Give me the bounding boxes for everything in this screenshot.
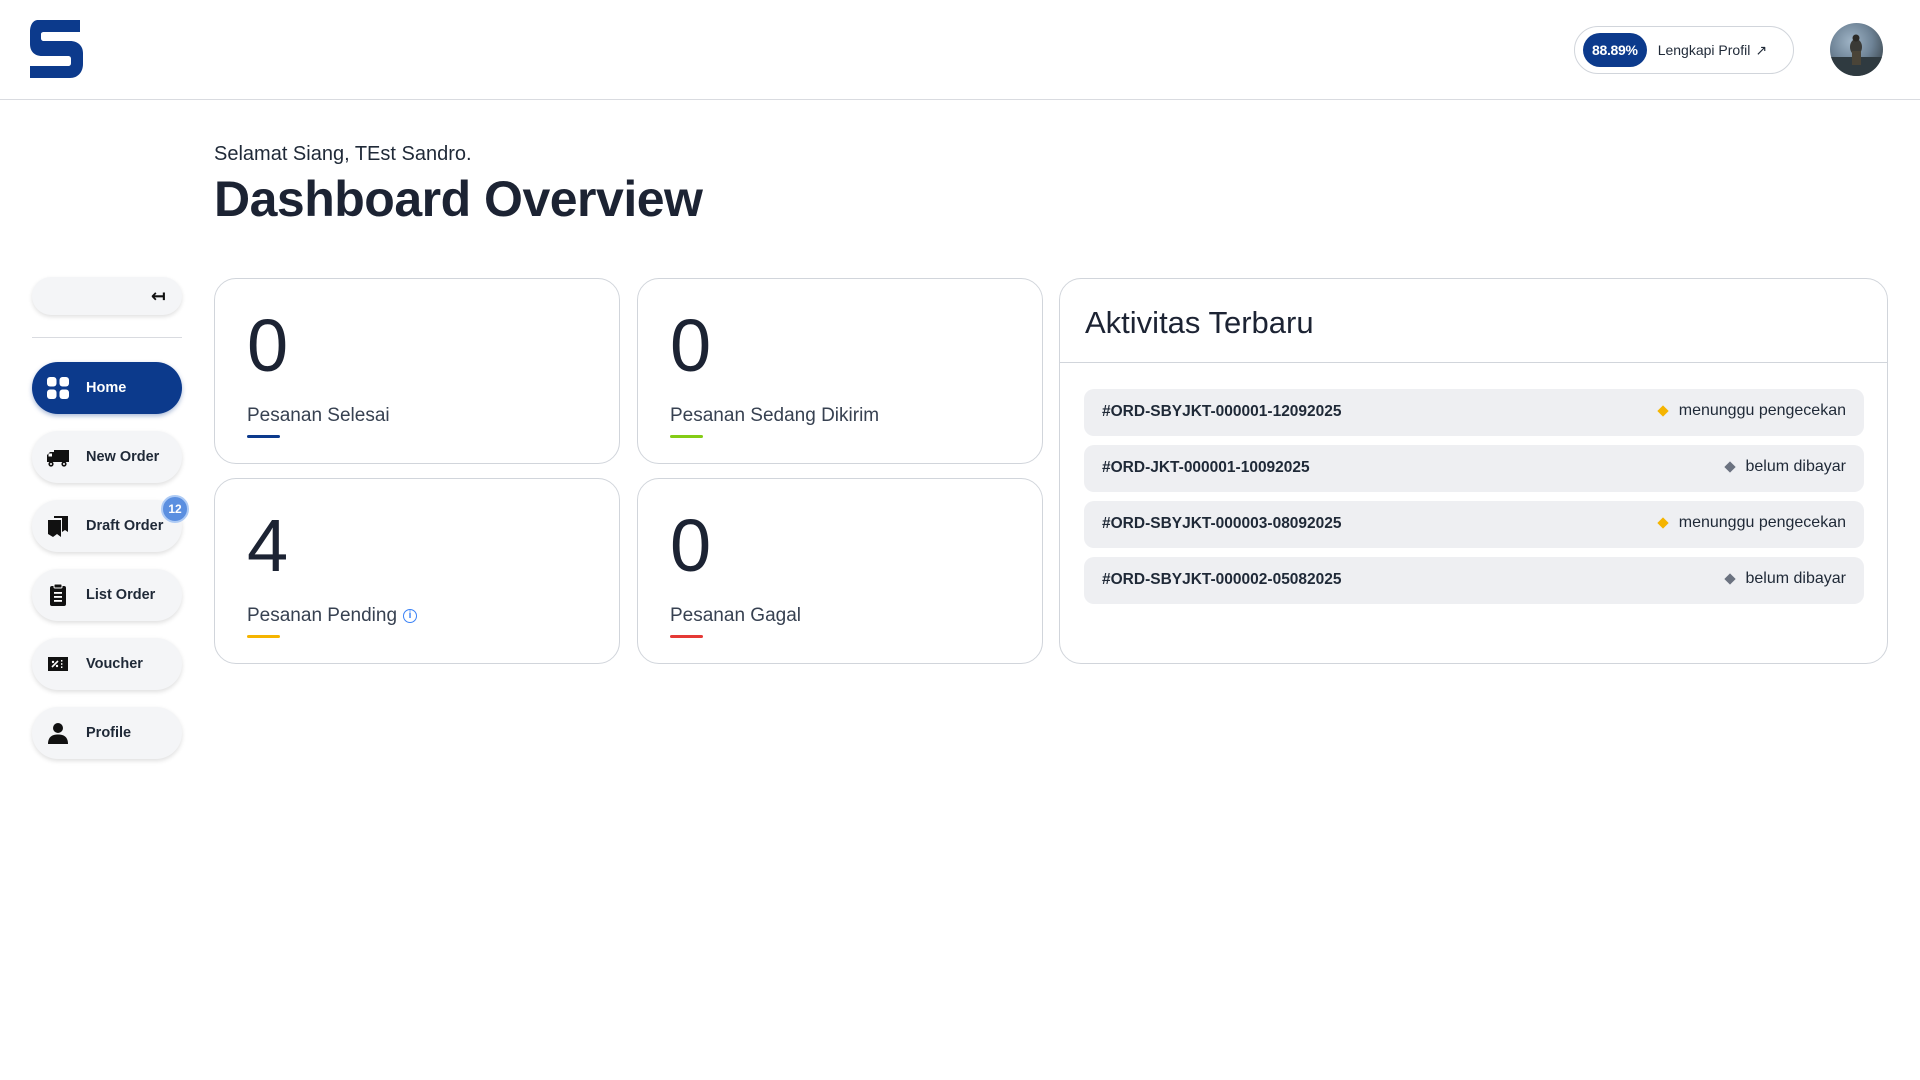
collapse-left-icon: ↤ [150,286,166,306]
stat-card-completed: 0 Pesanan Selesai [214,278,620,464]
stat-card-pending: 4 Pesanan Pending i [214,478,620,664]
ticket-icon [46,652,70,676]
sidebar-item-label: New Order [86,449,160,465]
stat-accent-bar [670,635,703,638]
sidebar-item-voucher[interactable]: Voucher [32,638,182,690]
draft-count-badge: 12 [161,495,189,523]
status-diamond-icon [1657,517,1669,529]
status-diamond-icon [1657,405,1669,417]
stat-label: Pesanan Selesai [247,405,390,426]
activity-row[interactable]: #ORD-SBYJKT-000002-05082025 belum dibaya… [1084,557,1864,604]
stat-accent-bar [247,635,280,638]
sidebar-item-home[interactable]: Home [32,362,182,414]
order-status: belum dibayar [1723,458,1847,476]
activity-row[interactable]: #ORD-SBYJKT-000001-12092025 menunggu pen… [1084,389,1864,436]
activity-row[interactable]: #ORD-SBYJKT-000003-08092025 menunggu pen… [1084,501,1864,548]
complete-profile-label: Lengkapi Profil [1657,42,1751,58]
order-status: menunggu pengecekan [1657,514,1846,532]
status-diamond-icon [1723,573,1736,585]
recent-activity-panel: Aktivitas Terbaru #ORD-SBYJKT-000001-120… [1059,278,1888,664]
stat-value: 0 [670,504,712,587]
status-text: belum dibayar [1745,570,1847,587]
greeting-text: Selamat Siang, TEst Sandro. [214,143,472,165]
complete-profile-button[interactable]: 88.89% Lengkapi Profil ↗ [1574,26,1794,74]
page-title: Dashboard Overview [214,171,703,227]
stat-value: 4 [247,504,289,587]
truck-icon [46,445,70,469]
order-id: #ORD-SBYJKT-000001-12092025 [1102,403,1342,420]
clipboard-icon [46,583,70,607]
user-avatar[interactable] [1830,23,1883,76]
status-text: belum dibayar [1745,458,1847,475]
activity-title: Aktivitas Terbaru [1085,305,1314,340]
stat-label: Pesanan Gagal [670,605,801,626]
stat-value: 0 [670,304,712,387]
folder-icon [46,514,70,538]
grid-icon [46,376,70,400]
brand-logo[interactable] [30,20,84,78]
person-icon [46,721,70,745]
sidebar-divider [32,337,182,338]
order-status: belum dibayar [1723,570,1847,588]
status-text: menunggu pengecekan [1678,514,1846,531]
info-icon[interactable]: i [403,609,418,623]
profile-completion-percent: 88.89% [1583,33,1647,67]
sidebar-item-draft-order[interactable]: Draft Order [32,500,182,552]
stat-accent-bar [670,435,703,438]
top-header: 88.89% Lengkapi Profil ↗ [0,0,1920,100]
sidebar-item-profile[interactable]: Profile [32,707,182,759]
order-status: menunggu pengecekan [1657,402,1846,420]
sidebar-item-list-order[interactable]: List Order [32,569,182,621]
external-arrow-icon: ↗ [1755,41,1768,58]
stat-label: Pesanan Sedang Dikirim [670,405,880,426]
order-id: #ORD-SBYJKT-000003-08092025 [1102,515,1342,532]
sidebar-item-label: Draft Order [86,518,164,534]
stat-accent-bar [247,435,280,438]
sidebar-item-new-order[interactable]: New Order [32,431,182,483]
sidebar-item-label: Profile [86,725,132,741]
activity-divider [1060,362,1887,363]
sidebar-item-label: Voucher [86,656,143,672]
order-id: #ORD-SBYJKT-000002-05082025 [1102,571,1342,588]
sidebar-item-label: List Order [86,587,156,603]
stat-value: 0 [247,304,289,387]
order-id: #ORD-JKT-000001-10092025 [1102,459,1310,476]
status-text: menunggu pengecekan [1678,402,1846,419]
stat-label: Pesanan Pending [247,605,398,626]
status-diamond-icon [1723,461,1736,473]
activity-row[interactable]: #ORD-JKT-000001-10092025 belum dibayar [1084,445,1864,492]
stat-card-shipping: 0 Pesanan Sedang Dikirim [637,278,1043,464]
sidebar-item-label: Home [86,380,127,396]
stat-card-failed: 0 Pesanan Gagal [637,478,1043,664]
collapse-sidebar-button[interactable]: ↤ [32,277,182,315]
